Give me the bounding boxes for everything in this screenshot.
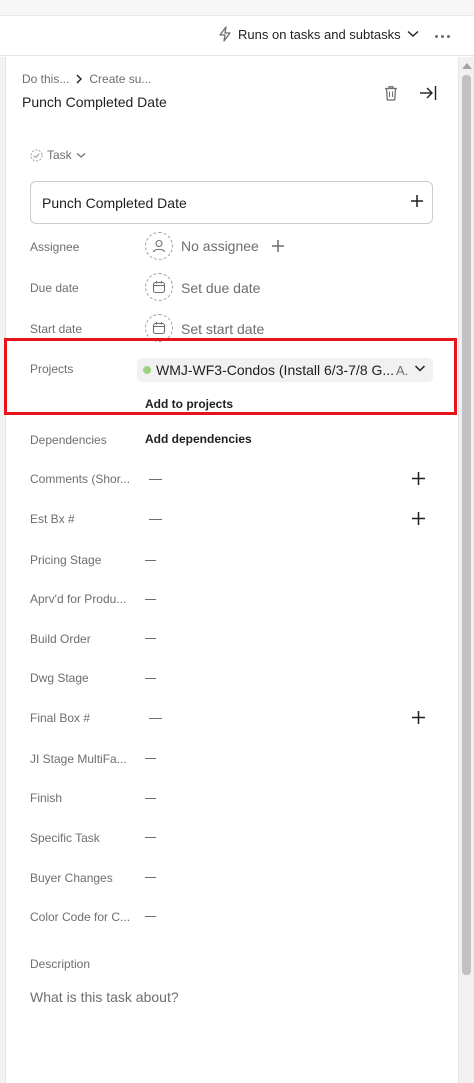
- custom-field-empty-value[interactable]: [145, 877, 156, 878]
- task-header: Do this... Create su... Punch Completed …: [22, 72, 442, 116]
- custom-field-empty-value[interactable]: [149, 479, 162, 480]
- custom-field-empty-value[interactable]: [145, 678, 156, 679]
- description-label: Description: [30, 957, 91, 971]
- custom-field-label: Build Order: [30, 632, 91, 646]
- plus-icon[interactable]: [411, 511, 426, 526]
- custom-field-label: JI Stage MultiFa...: [30, 752, 127, 766]
- dependencies-label: Dependencies: [30, 433, 107, 447]
- assignee-avatar-button[interactable]: [145, 232, 173, 260]
- custom-field-label: Finish: [30, 791, 63, 805]
- top-strip: [0, 0, 474, 16]
- chevron-right-icon: [76, 74, 83, 84]
- plus-icon[interactable]: [410, 194, 424, 208]
- scroll-thumb[interactable]: [462, 75, 471, 975]
- custom-field-empty-value[interactable]: [145, 837, 156, 838]
- description-input[interactable]: [30, 989, 430, 1005]
- runs-on-label: Runs on tasks and subtasks: [238, 26, 401, 42]
- task-name-field[interactable]: Punch Completed Date: [30, 181, 433, 224]
- panel-left-edge: [0, 57, 6, 1083]
- user-icon: [152, 239, 166, 253]
- custom-field-empty-value[interactable]: [149, 718, 162, 719]
- custom-field-empty-value[interactable]: [145, 599, 156, 600]
- check-circle-icon: [30, 149, 43, 161]
- custom-field-empty-value[interactable]: [145, 560, 156, 561]
- add-assignee-plus-icon[interactable]: [271, 239, 285, 253]
- custom-field-empty-value[interactable]: [145, 798, 156, 799]
- task-type-dropdown[interactable]: Task: [30, 148, 86, 162]
- start-date-value[interactable]: Set start date: [181, 321, 264, 337]
- trash-icon: [385, 86, 397, 101]
- due-date-label: Due date: [30, 281, 79, 295]
- custom-field-empty-value[interactable]: [145, 638, 156, 639]
- lightning-icon: [219, 26, 231, 42]
- assignee-label: Assignee: [30, 240, 80, 254]
- custom-field-label: Specific Task: [30, 831, 100, 845]
- runs-on-dropdown[interactable]: Runs on tasks and subtasks: [218, 26, 419, 42]
- add-dependencies-link[interactable]: Add dependencies: [145, 432, 252, 446]
- breadcrumb: Do this... Create su...: [22, 72, 442, 86]
- custom-field-empty-value[interactable]: [145, 916, 156, 917]
- more-options-button[interactable]: [430, 26, 454, 46]
- custom-field-label: Dwg Stage: [30, 671, 89, 685]
- delete-button[interactable]: [382, 84, 402, 104]
- custom-field-label: Color Code for C...: [30, 910, 131, 924]
- custom-field-label: Comments (Shor...: [30, 472, 131, 486]
- breadcrumb-item[interactable]: Do this...: [22, 72, 69, 86]
- plus-icon[interactable]: [411, 710, 426, 725]
- custom-field-label: Est Bx #: [30, 512, 75, 526]
- task-name-text[interactable]: Punch Completed Date: [42, 195, 187, 211]
- more-dot-icon: [440, 34, 444, 38]
- calendar-icon: [152, 281, 166, 294]
- custom-field-empty-value[interactable]: [145, 758, 156, 759]
- custom-field-label: Aprv'd for Produ...: [30, 592, 127, 606]
- chevron-down-icon: [76, 152, 86, 158]
- custom-field-label: Buyer Changes: [30, 871, 113, 885]
- more-dot-icon: [434, 34, 438, 38]
- custom-field-label: Pricing Stage: [30, 553, 102, 567]
- custom-field-empty-value[interactable]: [149, 519, 162, 520]
- highlight-box: [4, 338, 457, 415]
- page-title: Punch Completed Date: [22, 94, 167, 110]
- due-date-button[interactable]: [145, 273, 173, 301]
- vertical-scrollbar[interactable]: [458, 57, 474, 1083]
- start-date-label: Start date: [30, 322, 83, 336]
- close-panel-button[interactable]: [418, 84, 438, 104]
- rule-toolbar: Runs on tasks and subtasks: [0, 16, 474, 56]
- assignee-value[interactable]: No assignee: [181, 238, 259, 254]
- calendar-icon: [152, 322, 166, 335]
- chevron-down-icon: [407, 30, 419, 37]
- more-dot-icon: [446, 34, 450, 38]
- breadcrumb-item[interactable]: Create su...: [89, 72, 151, 86]
- due-date-value[interactable]: Set due date: [181, 280, 260, 296]
- scroll-up-arrow-icon[interactable]: [462, 63, 472, 69]
- task-type-label: Task: [47, 148, 72, 162]
- custom-field-label: Final Box #: [30, 711, 91, 725]
- arrow-right-to-line-icon: [420, 86, 437, 100]
- plus-icon[interactable]: [411, 471, 426, 486]
